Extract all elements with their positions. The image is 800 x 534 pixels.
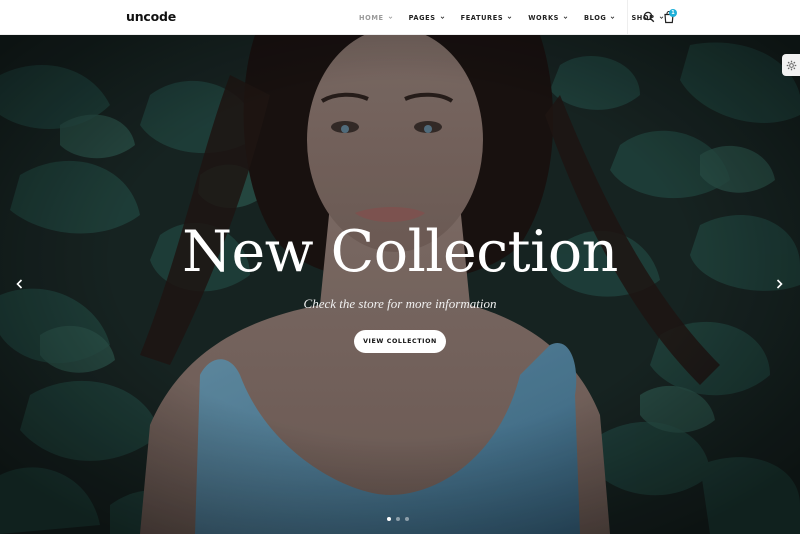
nav-item-label: PAGES xyxy=(408,13,436,22)
main-nav: HOME PAGES FEATURES WORKS BLOG SHOP xyxy=(359,0,664,35)
nav-item-pages[interactable]: PAGES xyxy=(409,0,445,35)
view-collection-button[interactable]: VIEW COLLECTION xyxy=(354,330,446,353)
nav-item-works[interactable]: WORKS xyxy=(528,0,568,35)
slider-dot[interactable] xyxy=(396,517,400,521)
nav-item-home[interactable]: HOME xyxy=(359,0,393,35)
hero-title: New Collection xyxy=(182,219,618,285)
site-header: uncode HOME PAGES FEATURES WORKS BLOG SH… xyxy=(0,0,800,35)
chevron-down-icon xyxy=(388,16,392,19)
nav-item-features[interactable]: FEATURES xyxy=(461,0,513,35)
chevron-down-icon xyxy=(440,16,444,19)
nav-item-label: BLOG xyxy=(584,13,607,22)
slider-dot[interactable] xyxy=(387,517,391,521)
site-logo[interactable]: uncode xyxy=(126,9,176,24)
nav-item-label: HOME xyxy=(359,13,384,22)
settings-toggle[interactable] xyxy=(782,54,800,76)
nav-item-label: FEATURES xyxy=(460,13,504,22)
arrow-right-icon[interactable] xyxy=(774,278,784,290)
gear-icon xyxy=(786,60,796,70)
header-divider xyxy=(627,0,628,35)
chevron-down-icon xyxy=(563,16,568,19)
arrow-left-icon[interactable] xyxy=(15,278,25,290)
hero-subtitle: Check the store for more information xyxy=(303,296,497,311)
chevron-down-icon xyxy=(611,16,615,19)
hero-slider: New Collection Check the store for more … xyxy=(0,35,800,534)
search-icon[interactable] xyxy=(643,11,655,23)
slider-pagination xyxy=(387,517,414,521)
cart-count-badge: 1 xyxy=(669,9,677,17)
nav-item-blog[interactable]: BLOG xyxy=(584,0,615,35)
chevron-down-icon xyxy=(507,16,512,19)
nav-item-label: WORKS xyxy=(528,13,560,22)
slider-dot[interactable] xyxy=(405,517,409,521)
